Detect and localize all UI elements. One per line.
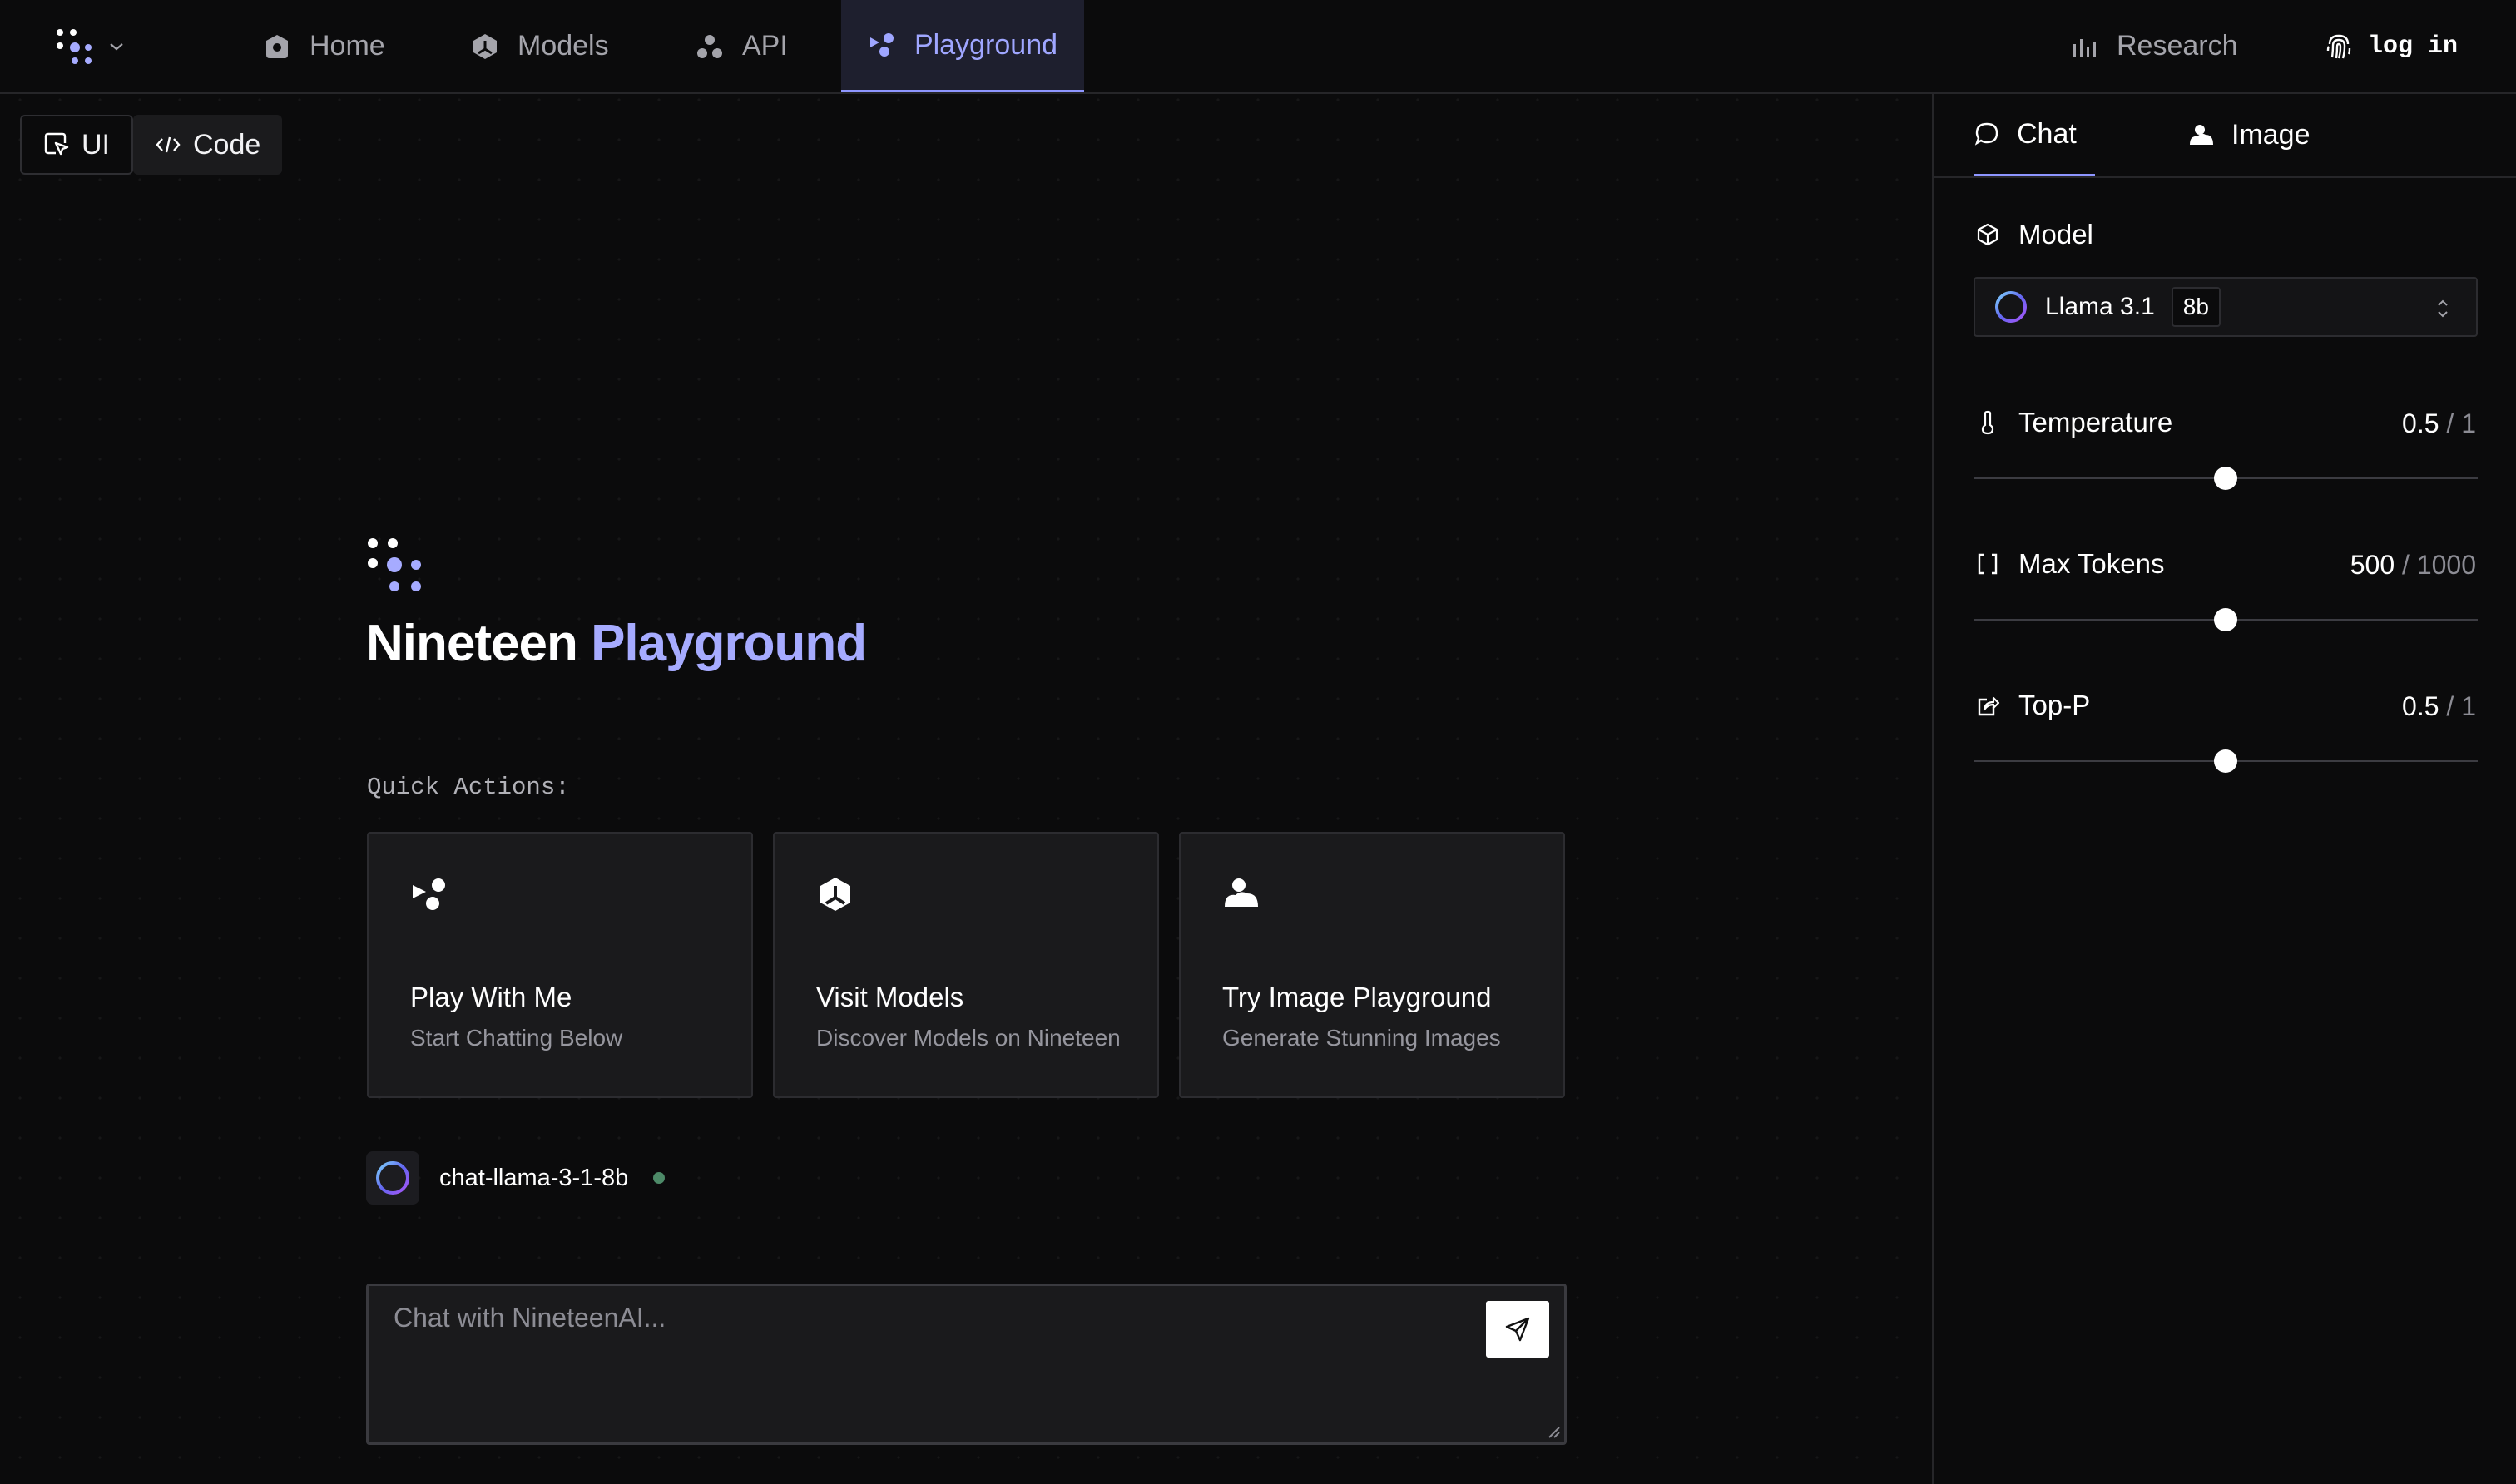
panel-tabs: Chat Image [1934, 94, 2516, 178]
settings-panel: Chat Image Model Llama 3.1 8b Temperatur… [1932, 94, 2516, 1484]
top-p-section-label: Top-P [1975, 690, 2090, 721]
temperature-value: 0.5 / 1 [2402, 408, 2476, 438]
quick-actions-label: Quick Actions: [367, 774, 570, 801]
code-view-label: Code [193, 128, 261, 161]
nav-home-label: Home [310, 30, 385, 62]
top-p-label: Top-P [2018, 690, 2091, 720]
send-button[interactable] [1486, 1301, 1549, 1358]
image-icon [2190, 124, 2213, 145]
nav-playground-label: Playground [914, 28, 1058, 61]
brand-menu[interactable] [55, 25, 138, 68]
code-view-button[interactable]: Code [133, 115, 283, 175]
max-tokens-label: Max Tokens [2018, 548, 2165, 579]
home-icon [266, 34, 288, 58]
nav-api-label: API [742, 30, 788, 62]
chevron-up-down-icon [2438, 299, 2448, 318]
llama-ring-icon [376, 1161, 409, 1195]
nav-home[interactable]: Home [263, 0, 385, 92]
model-name: chat-llama-3-1-8b [439, 1164, 629, 1191]
nav-playground[interactable]: Playground [841, 0, 1085, 92]
quick-action-models[interactable]: Visit Models Discover Models on Nineteen [773, 832, 1159, 1098]
card-title: Try Image Playground [1222, 982, 1492, 1012]
temperature-section-label: Temperature [1975, 407, 2172, 438]
share-box-icon [1978, 696, 2000, 716]
api-icon [697, 34, 722, 58]
ui-view-label: UI [82, 128, 110, 161]
top-p-slider[interactable] [1974, 746, 2478, 776]
quick-action-play[interactable]: Play With Me Start Chatting Below [367, 832, 753, 1098]
login-label: log in [2368, 32, 2459, 61]
chat-bubble-icon [1974, 122, 1998, 146]
tab-image[interactable]: Image [2188, 94, 2310, 176]
bar-chart-icon [2073, 38, 2096, 57]
top-p-value: 0.5 / 1 [2402, 691, 2476, 721]
fingerprint-icon [2326, 34, 2351, 58]
models-icon [820, 878, 850, 911]
nineteen-logo-icon [57, 29, 92, 64]
max-tokens-slider[interactable] [1974, 605, 2478, 635]
page-title-accent: Playground [591, 615, 867, 672]
max-tokens-max: 1000 [2416, 550, 2476, 580]
tab-image-label: Image [2231, 119, 2310, 151]
top-p-max: 1 [2461, 691, 2476, 721]
thermometer-icon [1981, 410, 1994, 435]
nav-models[interactable]: Models [471, 0, 609, 92]
resize-handle-icon[interactable] [1546, 1424, 1561, 1439]
playground-icon [870, 33, 894, 57]
model-label: Model [2018, 219, 2093, 250]
card-title: Play With Me [410, 982, 572, 1012]
card-subtitle: Discover Models on Nineteen [816, 1025, 1121, 1051]
slider-thumb[interactable] [2214, 749, 2237, 773]
temperature-current: 0.5 [2402, 408, 2439, 438]
temperature-slider[interactable] [1974, 463, 2478, 493]
view-toggle: UI Code [20, 115, 283, 175]
ui-view-button[interactable]: UI [20, 115, 133, 175]
card-subtitle: Generate Stunning Images [1222, 1025, 1501, 1051]
max-tokens-section-label: Max Tokens [1975, 548, 2164, 580]
nav-research-label: Research [2117, 30, 2238, 62]
nav-research[interactable]: Research [2070, 0, 2238, 92]
login-button[interactable]: log in [2325, 0, 2458, 92]
code-icon [156, 136, 181, 153]
chat-box [366, 1284, 1567, 1445]
llama-ring-icon [1995, 291, 2027, 323]
chat-input[interactable] [394, 1303, 1475, 1427]
model-size-badge: 8b [2171, 287, 2221, 327]
playground-icon [413, 878, 445, 910]
quick-action-image[interactable]: Try Image Playground Generate Stunning I… [1179, 832, 1565, 1098]
card-subtitle: Start Chatting Below [410, 1025, 623, 1051]
nineteen-logo-icon [368, 538, 421, 591]
model-section-label: Model [1975, 219, 2093, 250]
send-icon [1505, 1317, 1530, 1342]
page-title: Nineteen Playground [366, 614, 867, 673]
chevron-down-icon [110, 43, 123, 51]
temperature-label: Temperature [2018, 407, 2173, 438]
temperature-max: 1 [2461, 408, 2476, 438]
max-tokens-value: 500 / 1000 [2350, 550, 2476, 580]
card-title: Visit Models [816, 982, 964, 1012]
models-icon [473, 33, 497, 59]
nav-models-label: Models [518, 30, 609, 62]
page-title-main: Nineteen [366, 615, 578, 672]
model-select[interactable]: Llama 3.1 8b [1974, 277, 2478, 337]
cube-icon [1977, 223, 1998, 246]
tab-chat[interactable]: Chat [1974, 94, 2095, 176]
max-tokens-current: 500 [2350, 550, 2395, 580]
top-nav: Home Models API Playground Research log … [0, 0, 2516, 94]
top-p-current: 0.5 [2402, 691, 2439, 721]
active-model: chat-llama-3-1-8b [366, 1151, 666, 1205]
image-icon [1225, 878, 1258, 907]
tab-chat-label: Chat [2017, 117, 2077, 150]
nav-api[interactable]: API [696, 0, 788, 92]
model-avatar [366, 1151, 419, 1205]
status-dot [653, 1172, 666, 1184]
slider-thumb[interactable] [2214, 467, 2237, 490]
cursor-window-icon [44, 132, 69, 156]
selected-model-name: Llama 3.1 [2045, 293, 2155, 320]
slider-thumb[interactable] [2214, 608, 2237, 631]
brackets-icon [1978, 553, 1998, 575]
